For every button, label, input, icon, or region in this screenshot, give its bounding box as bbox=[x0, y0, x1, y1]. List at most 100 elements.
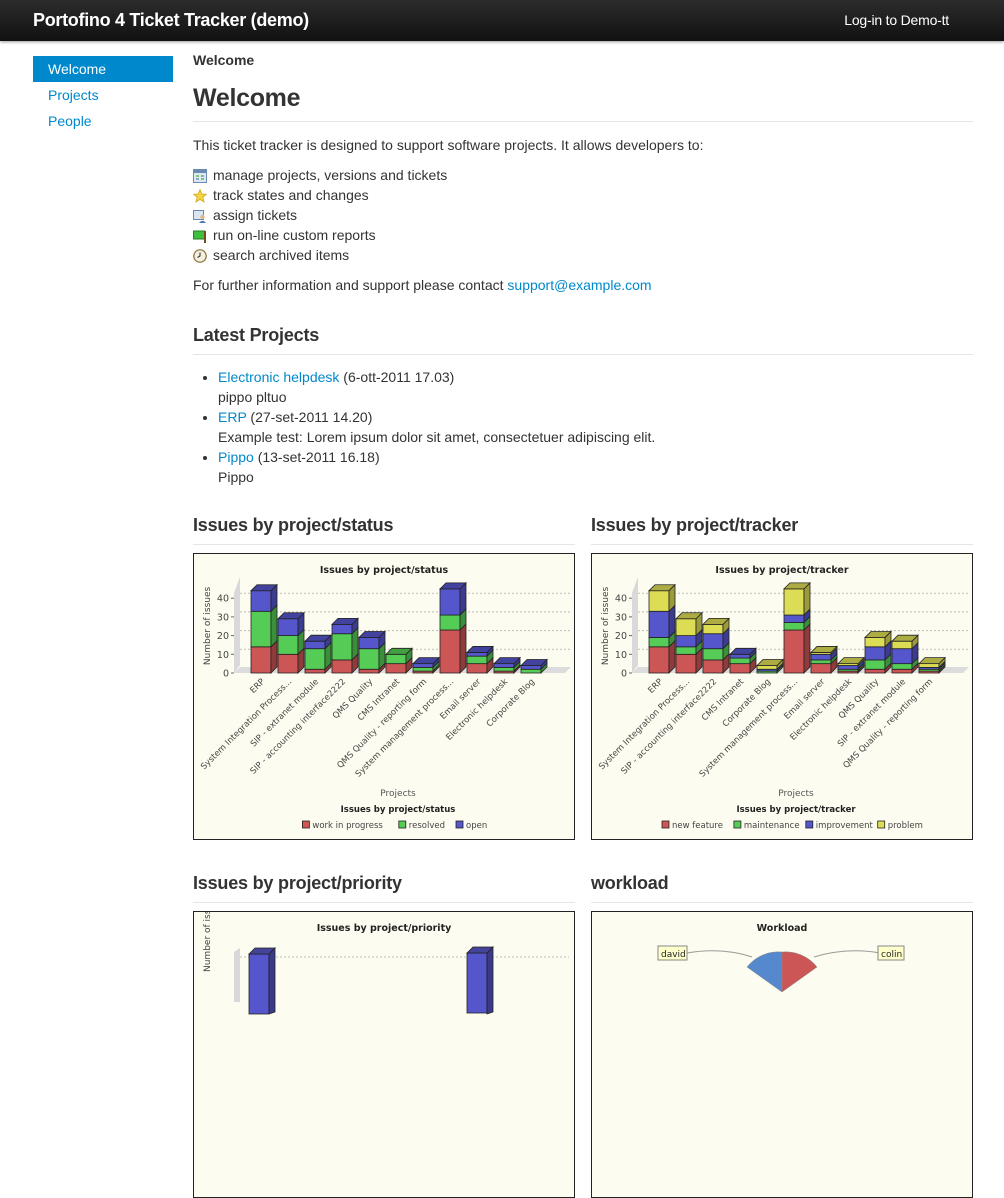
chart-title: Issues by project/priority bbox=[317, 923, 452, 934]
status-chart-svg: Issues by project/status 0 10 20 30 40 Number … bbox=[199, 565, 571, 831]
chart-title: Issues by project/tracker bbox=[715, 565, 848, 576]
bar-segment-side bbox=[459, 623, 467, 674]
project-item: ERP (27-set-2011 14.20) Example test: Lo… bbox=[218, 407, 973, 447]
feature-item: assign tickets bbox=[193, 205, 973, 225]
legend-swatch bbox=[733, 820, 742, 829]
project-date: (27-set-2011 14.20) bbox=[246, 409, 373, 425]
sidebar-item-projects[interactable]: Projects bbox=[33, 82, 173, 108]
bar-segment bbox=[810, 653, 832, 661]
legend-label: new feature bbox=[672, 821, 723, 831]
feature-item: search archived items bbox=[193, 245, 973, 265]
star-icon bbox=[192, 188, 208, 203]
bar-stack bbox=[331, 617, 359, 674]
feature-label: manage projects, versions and tickets bbox=[213, 167, 448, 183]
priority-chart-svg: Issues by project/priority Number of iss… bbox=[203, 912, 569, 1015]
project-link[interactable]: Pippo bbox=[218, 449, 254, 465]
y-tick-label: 40 bbox=[615, 594, 627, 605]
project-description: Example test: Lorem ipsum dolor sit amet… bbox=[218, 429, 656, 445]
latest-projects-section: Latest Projects Electronic helpdesk (6-o… bbox=[193, 325, 973, 487]
priority-chart-heading: Issues by project/priority bbox=[193, 873, 575, 903]
bar-segment bbox=[891, 668, 913, 674]
bar-segment bbox=[385, 663, 407, 674]
bar-segment bbox=[729, 663, 751, 674]
y-tick-label: 30 bbox=[615, 612, 627, 623]
sidebar-item-people[interactable]: People bbox=[33, 108, 173, 134]
project-item: Pippo (13-set-2011 16.18) Pippo bbox=[218, 447, 973, 487]
bar-segment bbox=[648, 637, 670, 648]
page-title: Welcome bbox=[193, 84, 973, 122]
bar-segment bbox=[918, 663, 940, 668]
pie-slice bbox=[746, 951, 783, 993]
bar-segment bbox=[783, 614, 805, 623]
bar-segment bbox=[304, 640, 326, 650]
bar-segment bbox=[729, 653, 751, 659]
bar-segment bbox=[439, 629, 461, 674]
bar-segment bbox=[783, 588, 805, 616]
bar-segment bbox=[466, 663, 488, 674]
bar-stack bbox=[250, 583, 278, 674]
bar-stack bbox=[358, 630, 386, 674]
bar-segment bbox=[358, 648, 380, 670]
bar-segment bbox=[331, 623, 353, 635]
tracker-chart: Issues by project/tracker 0 10 20 30 40 Number… bbox=[591, 553, 973, 840]
support-email-link[interactable]: support@example.com bbox=[507, 277, 651, 293]
status-chart-heading: Issues by project/status bbox=[193, 515, 575, 545]
sidebar-item-welcome[interactable]: Welcome bbox=[33, 56, 173, 82]
bar-stack bbox=[520, 658, 548, 674]
feature-label: run on-line custom reports bbox=[213, 227, 376, 243]
bar-segment bbox=[783, 629, 805, 674]
feature-list: manage projects, versions and tickets tr… bbox=[192, 165, 973, 265]
bar-segment bbox=[702, 633, 724, 650]
feature-item: track states and changes bbox=[192, 185, 973, 205]
bar-segment bbox=[277, 635, 299, 655]
y-tick-label: 40 bbox=[217, 594, 229, 605]
legend-swatch bbox=[805, 820, 814, 829]
clock-icon bbox=[193, 248, 207, 263]
feature-label: track states and changes bbox=[213, 187, 369, 203]
chart-subtitle: Issues by project/tracker bbox=[736, 805, 856, 815]
bar-segment bbox=[358, 668, 380, 674]
x-axis-label: Projects bbox=[380, 789, 416, 799]
x-tick-label: ERP bbox=[646, 677, 665, 696]
y-axis-label: Number of issues bbox=[203, 912, 213, 972]
bar-segment bbox=[891, 648, 913, 665]
project-link[interactable]: ERP bbox=[218, 409, 247, 425]
bar-segment bbox=[520, 665, 542, 670]
project-link[interactable]: Electronic helpdesk bbox=[218, 369, 339, 385]
bar-segment-side bbox=[803, 623, 811, 674]
bar-segment bbox=[250, 590, 272, 612]
bar-segment bbox=[358, 637, 380, 650]
bar-segment bbox=[891, 640, 913, 650]
y-tick-label: 10 bbox=[217, 650, 229, 661]
chart-title: Issues by project/status bbox=[320, 565, 449, 576]
chart-subtitle: Issues by project/status bbox=[341, 805, 456, 815]
bar-stack bbox=[702, 617, 730, 674]
legend-label: open bbox=[466, 821, 487, 831]
login-link[interactable]: Log-in to Demo-tt bbox=[844, 12, 949, 28]
bar-segment bbox=[675, 635, 697, 648]
y-tick-label: 30 bbox=[217, 612, 229, 623]
app-title[interactable]: Portofino 4 Ticket Tracker (demo) bbox=[33, 10, 309, 31]
user-assign-icon bbox=[193, 208, 207, 223]
bar-stack bbox=[385, 647, 413, 674]
bar-segment bbox=[675, 618, 697, 636]
bar-stack bbox=[304, 634, 332, 674]
bar-segment bbox=[277, 618, 299, 636]
bar-stack bbox=[756, 658, 784, 674]
tracker-chart-section: Issues by project/tracker Issues by proj… bbox=[591, 515, 973, 840]
x-tick-label: Corporate Blog bbox=[485, 677, 537, 729]
bar-segment bbox=[439, 588, 461, 616]
main-content: Welcome Welcome This ticket tracker is d… bbox=[192, 50, 973, 487]
legend-label: problem bbox=[888, 821, 923, 831]
calendar-grid-icon bbox=[193, 168, 207, 183]
project-date: (6-ott-2011 17.03) bbox=[339, 369, 455, 385]
tracker-chart-svg: Issues by project/tracker 0 10 20 30 40 Number… bbox=[597, 565, 969, 831]
feature-item: manage projects, versions and tickets bbox=[193, 165, 973, 185]
bar-segment bbox=[250, 646, 272, 674]
bar-stack bbox=[729, 647, 757, 674]
bar bbox=[466, 946, 494, 1015]
feature-item: run on-line custom reports bbox=[193, 225, 973, 245]
bar-segment bbox=[810, 659, 832, 665]
legend-label: work in progress bbox=[312, 821, 383, 831]
status-chart-section: Issues by project/status Issues by proje… bbox=[193, 515, 575, 840]
